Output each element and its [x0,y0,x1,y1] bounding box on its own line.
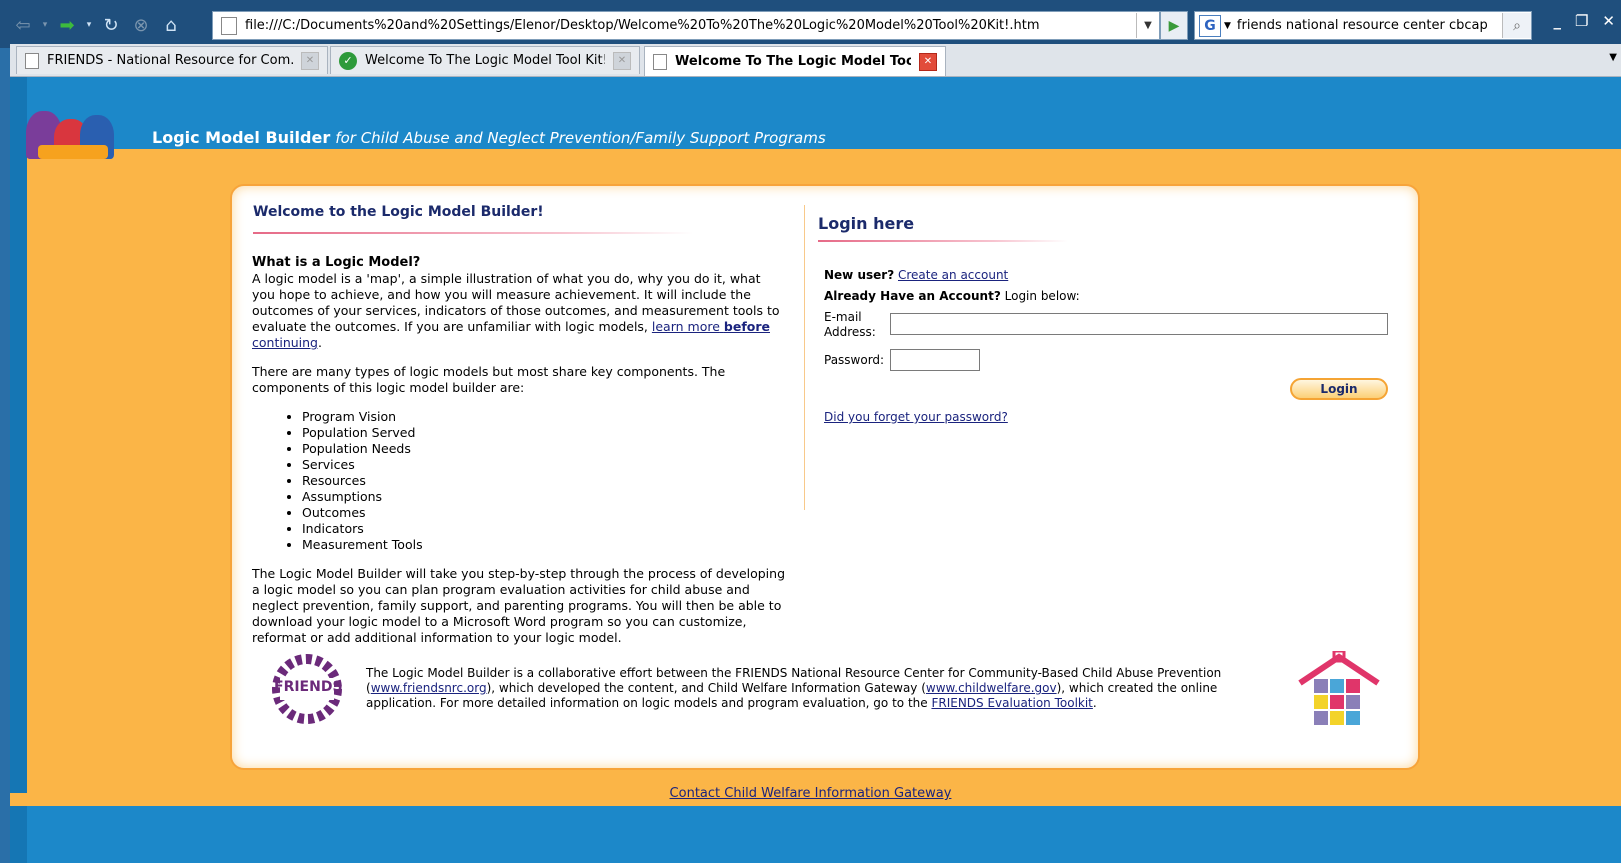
close-tab-icon[interactable]: ✕ [301,51,319,70]
list-item: Population Served [302,425,787,441]
list-item: Resources [302,473,787,489]
nav-buttons: ⇦ ▾ ➡ ▾ ↻ ⊗ ⌂ [10,10,188,40]
tab-friends[interactable]: FRIENDS - National Resource for Com... ✕ [16,46,328,74]
back-history-dropdown[interactable]: ▾ [40,12,50,38]
footer-credits: The Logic Model Builder is a collaborati… [366,666,1222,710]
password-label: Password: [824,353,885,367]
login-button[interactable]: Login [1290,378,1388,400]
search-input[interactable]: friends national resource center cbcap [1237,18,1502,33]
contact-row: Contact Child Welfare Information Gatewa… [0,786,1621,801]
have-account-row: Already Have an Account? Login below: [824,289,1080,303]
new-user-row: New user? Create an account [824,268,1008,282]
reload-icon[interactable]: ↻ [98,12,124,38]
site-title: Logic Model Builder for Child Abuse and … [152,128,826,147]
welcome-heading: Welcome to the Logic Model Builder! [253,204,544,220]
url-dropdown-icon[interactable]: ▼ [1136,13,1159,38]
list-item: Services [302,457,787,473]
forgot-password-link[interactable]: Did you forget your password? [824,410,1008,424]
welcome-underline [253,232,693,234]
forward-icon[interactable]: ➡ [54,12,80,38]
list-item: Measurement Tools [302,537,787,553]
page-icon [221,16,237,35]
stop-icon[interactable]: ⊗ [128,12,154,38]
create-account-link[interactable]: Create an account [898,268,1008,282]
list-item: Indicators [302,521,787,537]
page-left-edge [10,77,27,863]
site-logo [18,101,148,159]
url-bar[interactable]: file:///C:/Documents%20and%20Settings/El… [212,11,1160,40]
close-tab-icon[interactable]: ✕ [919,52,937,71]
contact-gateway-link[interactable]: Contact Child Welfare Information Gatewa… [670,786,952,801]
login-underline [818,240,1068,242]
search-magnifier-icon[interactable]: ⌕ [1502,13,1531,38]
green-check-icon: ✓ [339,51,357,70]
login-heading: Login here [818,214,915,233]
page-icon [653,53,667,70]
go-button[interactable]: ▶ [1160,11,1188,40]
components-intro: There are many types of logic models but… [252,364,726,395]
column-divider [804,205,805,510]
close-window-button[interactable]: ✕ [1602,12,1615,30]
site-title-subtitle: for Child Abuse and Neglect Prevention/F… [335,129,826,147]
login-below-text: Login below: [1004,289,1080,303]
close-tab-icon[interactable]: ✕ [613,51,631,70]
browser-toolbar: ⇦ ▾ ➡ ▾ ↻ ⊗ ⌂ file:///C:/Documents%20and… [0,0,1621,48]
home-icon[interactable]: ⌂ [158,12,184,38]
components-list: Program Vision Population Served Populat… [252,409,787,553]
tab-welcome-toolkit[interactable]: ✓ Welcome To The Logic Model Tool Kit! ✕ [330,46,640,74]
list-item: Program Vision [302,409,787,425]
friends-website-link[interactable]: www.friendsnrc.org [371,681,487,695]
forward-history-dropdown[interactable]: ▾ [84,12,94,38]
friends-logo-text: FRIENDS [274,679,343,695]
window-controls: _ ❐ ✕ [1553,12,1615,30]
tab-label: Welcome To The Logic Model Too... [675,54,911,69]
minimize-button[interactable]: _ [1553,12,1561,30]
restore-button[interactable]: ❐ [1575,12,1588,30]
intro-paragraph: A logic model is a 'map', a simple illus… [252,271,780,350]
page-icon [25,52,39,69]
tab-strip: FRIENDS - National Resource for Com... ✕… [10,44,1621,77]
url-text[interactable]: file:///C:/Documents%20and%20Settings/El… [245,18,1136,33]
have-account-label: Already Have an Account? [824,289,1001,303]
email-label: E-mail Address: [824,310,876,339]
tab-welcome-active[interactable]: Welcome To The Logic Model Too... ✕ [644,46,946,76]
welcome-column: What is a Logic Model? A logic model is … [252,255,787,659]
tab-list-dropdown-icon[interactable]: ▼ [1609,52,1617,63]
search-bar[interactable]: G ▼ friends national resource center cbc… [1194,11,1532,40]
search-engine-dropdown-icon[interactable]: ▼ [1224,21,1231,31]
email-field[interactable] [890,313,1388,335]
closing-paragraph: The Logic Model Builder will take you st… [252,566,786,645]
list-item: Outcomes [302,505,787,521]
logic-model-question: What is a Logic Model? [252,255,421,270]
childwelfare-website-link[interactable]: www.childwelfare.gov [926,681,1057,695]
list-item: Population Needs [302,441,787,457]
password-field[interactable] [890,349,980,371]
friends-logo: FRIENDS [264,650,350,728]
child-welfare-house-icon [1298,649,1380,727]
site-title-main: Logic Model Builder [152,128,331,147]
evaluation-toolkit-link[interactable]: FRIENDS Evaluation Toolkit [931,696,1092,710]
tab-label: Welcome To The Logic Model Tool Kit! [365,53,605,68]
search-engine-icon[interactable]: G [1199,14,1221,37]
back-icon[interactable]: ⇦ [10,12,36,38]
new-user-label: New user? [824,268,895,282]
tab-label: FRIENDS - National Resource for Com... [47,53,293,68]
list-item: Assumptions [302,489,787,505]
